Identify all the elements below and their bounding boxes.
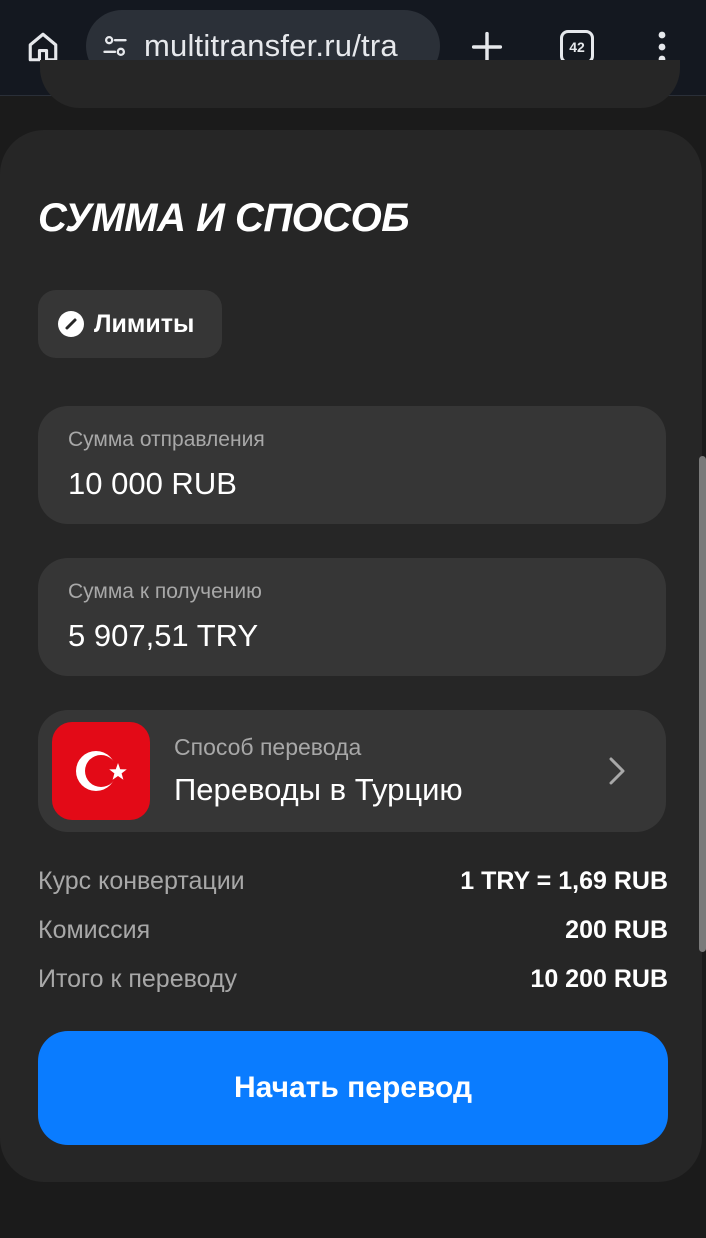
limits-label: Лимиты — [94, 309, 195, 338]
section-title: СУММА И СПОСОБ — [38, 196, 410, 240]
transfer-method-selector[interactable]: Способ перевода Переводы в Турцию — [38, 710, 666, 832]
method-label: Способ перевода — [174, 734, 362, 760]
send-amount-value[interactable]: 10 000 RUB — [68, 466, 237, 502]
start-transfer-button[interactable]: Начать перевод — [38, 1031, 668, 1145]
conversion-rate-label: Курс конвертации — [38, 866, 245, 895]
conversion-rate-row: Курс конвертации 1 TRY = 1,69 RUB — [38, 864, 668, 898]
tab-count: 42 — [569, 39, 585, 55]
total-row: Итого к переводу 10 200 RUB — [38, 962, 668, 996]
fee-row: Комиссия 200 RUB — [38, 913, 668, 947]
tune-icon[interactable] — [100, 31, 130, 61]
url-text[interactable]: multitransfer.ru/tra — [144, 28, 398, 64]
more-vert-icon — [658, 31, 666, 63]
previous-card-edge — [40, 60, 680, 108]
conversion-rate-value: 1 TRY = 1,69 RUB — [460, 866, 668, 895]
plus-icon — [471, 31, 503, 63]
amount-method-card: СУММА И СПОСОБ Лимиты Сумма отправления … — [0, 130, 702, 1182]
send-amount-field[interactable]: Сумма отправления 10 000 RUB — [38, 406, 666, 524]
turkey-flag-icon — [52, 722, 150, 820]
receive-amount-label: Сумма к получению — [68, 580, 262, 603]
receive-amount-field[interactable]: Сумма к получению 5 907,51 TRY — [38, 558, 666, 676]
home-icon — [28, 32, 58, 62]
method-value: Переводы в Турцию — [174, 772, 463, 807]
receive-amount-value[interactable]: 5 907,51 TRY — [68, 618, 258, 654]
fee-value: 200 RUB — [565, 915, 668, 944]
send-amount-label: Сумма отправления — [68, 428, 265, 451]
fee-label: Комиссия — [38, 915, 151, 944]
page-scrollbar[interactable] — [699, 456, 706, 952]
total-value: 10 200 RUB — [530, 964, 668, 993]
limits-button[interactable]: Лимиты — [38, 290, 222, 358]
chevron-right-icon — [609, 757, 625, 785]
total-label: Итого к переводу — [38, 964, 238, 993]
gauge-icon — [58, 311, 84, 337]
tab-switcher-button[interactable]: 42 — [560, 30, 594, 64]
